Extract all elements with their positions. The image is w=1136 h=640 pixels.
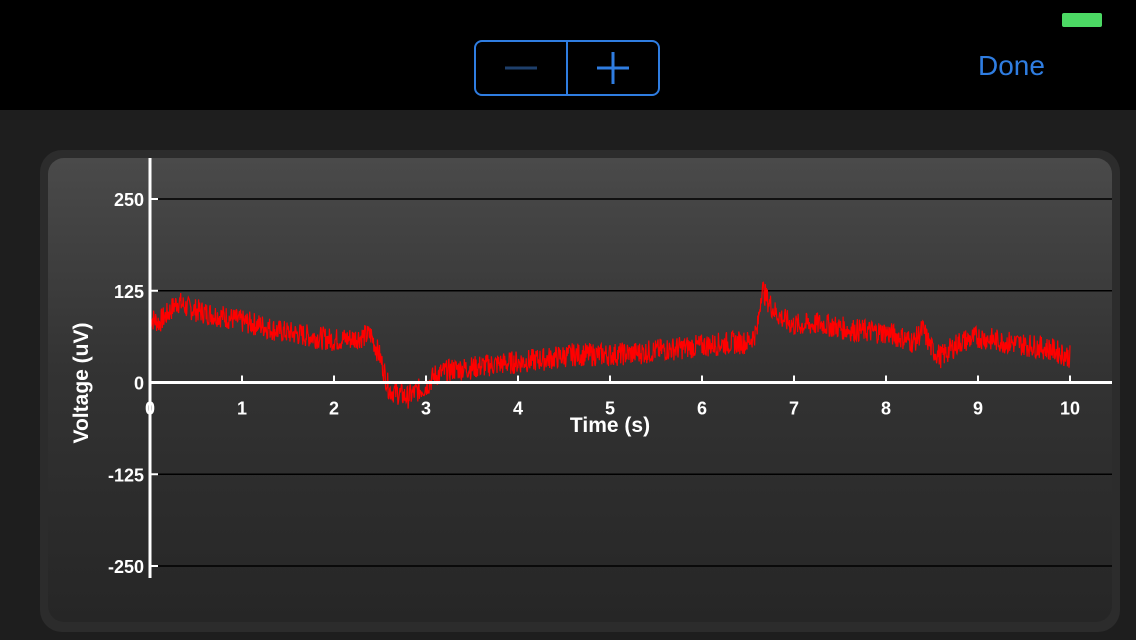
battery-indicator (1062, 13, 1102, 27)
x-tick-label: 4 (513, 399, 523, 419)
top-toolbar: Done (0, 0, 1136, 110)
x-tick-label: 6 (697, 399, 707, 419)
voltage-series-line (149, 281, 1071, 409)
x-tick-label: 2 (329, 399, 339, 419)
zoom-in-button[interactable] (566, 42, 658, 94)
y-tick-label: -125 (108, 465, 144, 485)
x-axis-title: Time (s) (570, 414, 650, 437)
y-tick-label: 250 (114, 190, 144, 210)
x-tick-label: 3 (421, 399, 431, 419)
y-axis-title: Voltage (uV) (70, 323, 93, 444)
zoom-stepper[interactable] (474, 40, 660, 96)
done-button[interactable]: Done (978, 48, 1045, 84)
chart-panel: 250 125 0 -125 -250 0 1 2 3 4 5 6 7 8 9 10 Time (s) Volta… (48, 158, 1112, 622)
minus-icon (505, 66, 537, 70)
plus-icon (597, 52, 629, 84)
y-tick-label: 125 (114, 282, 144, 302)
y-tick-label: 0 (134, 374, 144, 394)
x-tick-label: 9 (973, 399, 983, 419)
zoom-out-button[interactable] (476, 42, 566, 94)
x-tick-label: 0 (145, 399, 155, 419)
x-tick-label: 1 (237, 399, 247, 419)
x-tick-label: 10 (1060, 399, 1080, 419)
x-tick-label: 8 (881, 399, 891, 419)
voltage-chart: 2501250-125-2500 1 2 3 4 5 6 7 8 9 10Time (s)Volta… (70, 158, 1112, 578)
x-tick-label: 7 (789, 399, 799, 419)
y-tick-label: -250 (108, 557, 144, 577)
